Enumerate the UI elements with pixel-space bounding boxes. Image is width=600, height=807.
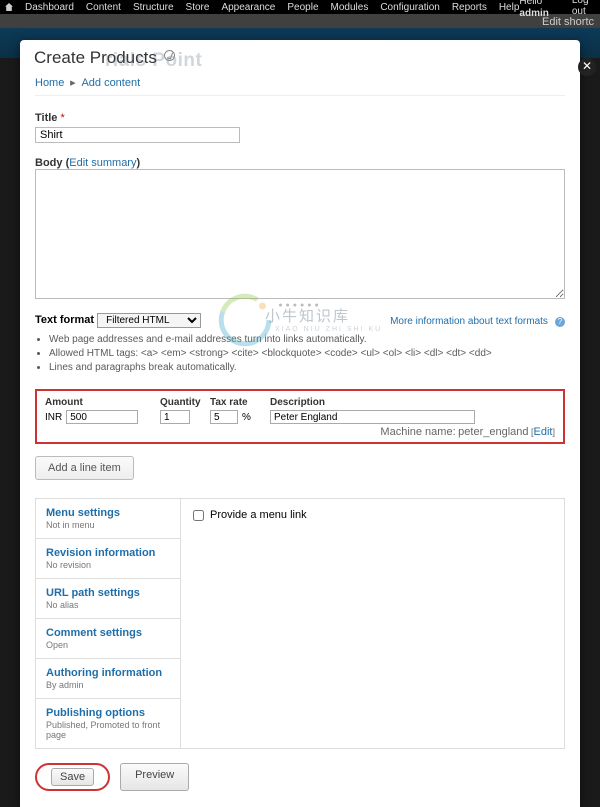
edit-summary-link[interactable]: Edit summary — [69, 157, 136, 169]
text-format-label: Text format — [35, 314, 94, 326]
hello-label: Hello — [519, 0, 542, 7]
machine-name: Machine name: peter_england [Edit] — [380, 426, 555, 438]
vtab-comment[interactable]: Comment settingsOpen — [36, 619, 180, 659]
shortcut-toggle-icon[interactable] — [164, 50, 175, 61]
preview-button[interactable]: Preview — [120, 763, 189, 791]
help-icon[interactable]: ? — [555, 317, 565, 327]
menu-appearance[interactable]: Appearance — [221, 2, 275, 13]
menu-people[interactable]: People — [287, 2, 318, 13]
machine-edit-link[interactable]: Edit — [534, 426, 553, 438]
menu-store[interactable]: Store — [186, 2, 210, 13]
hint-item: Web page addresses and e-mail addresses … — [49, 333, 565, 347]
add-line-item-button[interactable]: Add a line item — [35, 456, 134, 480]
edit-shortcuts-link[interactable]: Edit shortc — [542, 16, 594, 28]
menu-content[interactable]: Content — [86, 2, 121, 13]
menu-dashboard[interactable]: Dashboard — [25, 2, 74, 13]
vtab-panel: Provide a menu link — [181, 499, 564, 748]
body-textarea[interactable] — [35, 169, 565, 299]
vertical-tabs: Menu settingsNot in menu Revision inform… — [35, 498, 565, 749]
vtab-authoring[interactable]: Authoring informationBy admin — [36, 659, 180, 699]
tax-rate-input[interactable] — [210, 410, 238, 424]
form-actions: Save Preview — [35, 763, 565, 791]
save-highlight-ring: Save — [35, 763, 110, 791]
admin-toolbar: Dashboard Content Structure Store Appear… — [0, 0, 600, 14]
currency-label: INR — [45, 412, 62, 423]
menu-link-label: Provide a menu link — [210, 509, 307, 521]
hint-item: Lines and paragraphs break automatically… — [49, 361, 565, 375]
home-icon[interactable] — [5, 3, 13, 11]
breadcrumb: Home ▸ Add content — [35, 76, 565, 96]
amount-label: Amount — [45, 397, 150, 408]
close-icon[interactable]: ✕ — [578, 58, 596, 76]
title-input[interactable] — [35, 127, 240, 143]
menu-configuration[interactable]: Configuration — [380, 2, 439, 13]
overlay-panel: rials Point Create Products ✕ Home ▸ Add… — [20, 40, 580, 807]
menu-reports[interactable]: Reports — [452, 2, 487, 13]
resize-grip[interactable]: ●●●●●● — [35, 302, 565, 310]
save-button[interactable]: Save — [51, 768, 94, 786]
body-label: Body — [35, 157, 63, 169]
required-marker: * — [60, 112, 64, 124]
amount-input[interactable] — [66, 410, 138, 424]
crumb-home[interactable]: Home — [35, 77, 64, 89]
text-format-info-link[interactable]: More information about text formats — [390, 316, 548, 327]
text-format-select[interactable]: Filtered HTML — [97, 313, 201, 328]
crumb-add-content[interactable]: Add content — [81, 77, 140, 89]
percent-label: % — [242, 412, 251, 423]
title-label: Title — [35, 112, 57, 124]
description-label: Description — [270, 397, 555, 408]
quantity-input[interactable] — [160, 410, 190, 424]
quantity-label: Quantity — [160, 397, 200, 408]
vtab-url-path[interactable]: URL path settingsNo alias — [36, 579, 180, 619]
vtab-revision[interactable]: Revision informationNo revision — [36, 539, 180, 579]
menu-modules[interactable]: Modules — [331, 2, 369, 13]
vtab-menu-settings[interactable]: Menu settingsNot in menu — [36, 499, 180, 539]
line-item-box: Amount INR Quantity Tax rate % — [35, 389, 565, 444]
format-hints: Web page addresses and e-mail addresses … — [49, 333, 565, 375]
menu-help[interactable]: Help — [499, 2, 520, 13]
description-input[interactable] — [270, 410, 475, 424]
shortcut-bar: Edit shortc — [0, 14, 600, 28]
menu-structure[interactable]: Structure — [133, 2, 174, 13]
page-title: Create Products — [34, 48, 157, 67]
menu-link-checkbox[interactable] — [193, 510, 204, 521]
tax-rate-label: Tax rate — [210, 397, 260, 408]
vtab-publishing[interactable]: Publishing optionsPublished, Promoted to… — [36, 699, 180, 748]
hint-item: Allowed HTML tags: <a> <em> <strong> <ci… — [49, 347, 565, 361]
